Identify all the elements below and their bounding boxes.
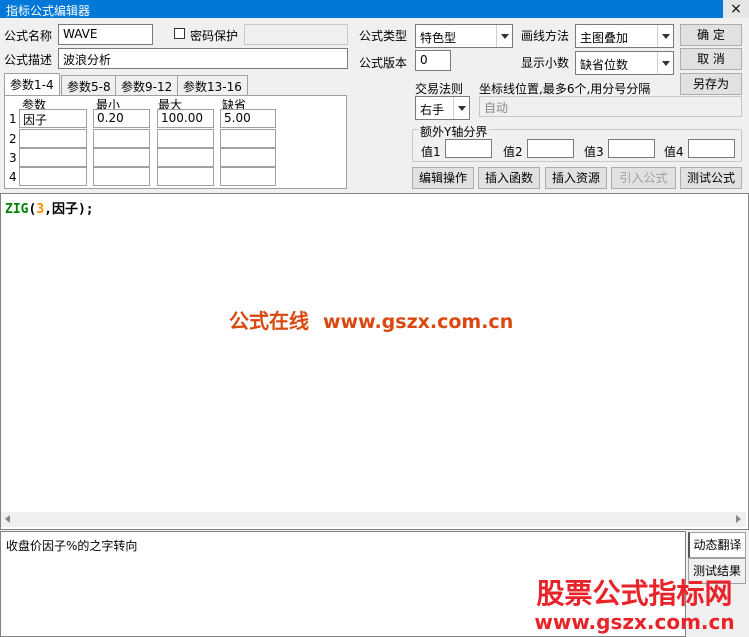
param-name-cell[interactable]	[19, 167, 87, 186]
param-row-index: 3	[9, 151, 17, 165]
formula-desc-input[interactable]: 波浪分析	[58, 48, 348, 69]
coord-lines-input[interactable]: 自动	[479, 96, 742, 117]
horizontal-scrollbar[interactable]	[1, 512, 746, 527]
param-min-cell[interactable]	[93, 148, 150, 167]
trade-rule-value: 右手	[420, 103, 445, 117]
chevron-down-icon	[657, 25, 673, 47]
y-value-2-label: 值2	[503, 145, 523, 159]
watermark: 公式在线 www.gszx.com.cn	[229, 305, 513, 334]
formula-version-label: 公式版本	[359, 56, 408, 70]
extra-y-axis-label: 额外Y轴分界	[418, 123, 490, 140]
param-row-index: 1	[9, 112, 17, 126]
ok-button[interactable]: 确 定	[680, 24, 742, 46]
formula-type-select[interactable]: 特色型	[415, 24, 513, 48]
password-input[interactable]	[244, 24, 348, 45]
window-title: 指标公式编辑器	[6, 4, 91, 18]
param-row-index: 4	[9, 170, 17, 184]
param-min-cell[interactable]	[93, 129, 150, 148]
close-icon[interactable]: ×	[723, 0, 749, 18]
chevron-down-icon	[657, 52, 673, 74]
formula-desc-label: 公式描述	[4, 53, 53, 67]
tab-params-13-16[interactable]: 参数13-16	[177, 75, 248, 95]
y-value-2-input[interactable]	[527, 139, 574, 158]
site-logo-title: 股票公式指标网	[536, 577, 733, 610]
param-max-cell[interactable]	[157, 129, 214, 148]
save-as-button[interactable]: 另存为	[680, 73, 742, 95]
param-name-cell[interactable]	[19, 148, 87, 167]
y-value-1-input[interactable]	[445, 139, 492, 158]
code-function: ZIG	[5, 202, 29, 217]
formula-version-input[interactable]: 0	[415, 50, 451, 71]
draw-method-value: 主图叠加	[580, 31, 629, 45]
insert-resource-button[interactable]: 插入资源	[545, 167, 607, 189]
tab-params-1-4[interactable]: 参数1-4	[4, 73, 60, 95]
site-logo: 股票公式指标网 www.gszx.com.cn	[520, 578, 749, 637]
param-max-cell[interactable]: 100.00	[157, 109, 214, 128]
param-max-cell[interactable]	[157, 167, 214, 186]
formula-name-label: 公式名称	[4, 29, 53, 43]
edit-operations-button[interactable]: 编辑操作	[412, 167, 474, 189]
draw-method-select[interactable]: 主图叠加	[575, 24, 674, 48]
test-formula-button[interactable]: 测试公式	[680, 167, 742, 189]
param-name-cell[interactable]: 因子	[19, 109, 87, 128]
decimals-value: 缺省位数	[580, 58, 629, 72]
coord-lines-label: 坐标线位置,最多6个,用分号分隔	[479, 82, 651, 96]
tab-dynamic-translate[interactable]: 动态翻译	[688, 532, 746, 558]
param-row-index: 2	[9, 132, 17, 146]
description-text: 收盘价因子%的之字转向	[6, 539, 138, 553]
y-value-3-label: 值3	[584, 145, 604, 159]
param-name-cell[interactable]	[19, 129, 87, 148]
tab-params-5-8[interactable]: 参数5-8	[61, 75, 117, 95]
site-logo-url: www.gszx.com.cn	[534, 610, 735, 634]
code-number: 3	[36, 202, 45, 217]
watermark-url: www.gszx.com.cn	[323, 311, 514, 333]
param-default-cell[interactable]	[220, 148, 276, 167]
formula-editor[interactable]: ZIG(3,因子);	[0, 193, 749, 530]
scroll-left-icon[interactable]	[1, 512, 16, 527]
password-checkbox[interactable]	[174, 28, 185, 39]
chevron-down-icon	[496, 25, 512, 47]
formula-code: ZIG(3,因子);	[5, 198, 94, 217]
trade-rule-select[interactable]: 右手	[415, 96, 470, 120]
import-formula-button[interactable]: 引入公式	[611, 167, 676, 189]
formula-type-label: 公式类型	[359, 29, 408, 43]
param-min-cell[interactable]: 0.20	[93, 109, 150, 128]
code-rest: ,因子);	[44, 202, 94, 217]
tab-params-9-12[interactable]: 参数9-12	[115, 75, 179, 95]
title-bar: 指标公式编辑器 ×	[0, 0, 749, 18]
draw-method-label: 画线方法	[521, 29, 570, 43]
param-default-cell[interactable]: 5.00	[220, 109, 276, 128]
y-value-1-label: 值1	[421, 145, 441, 159]
password-label: 密码保护	[190, 29, 239, 43]
param-default-cell[interactable]	[220, 167, 276, 186]
decimals-select[interactable]: 缺省位数	[575, 51, 674, 75]
insert-function-button[interactable]: 插入函数	[478, 167, 540, 189]
chevron-down-icon	[453, 97, 469, 119]
scroll-right-icon[interactable]	[731, 512, 746, 527]
formula-type-value: 特色型	[420, 31, 457, 45]
param-max-cell[interactable]	[157, 148, 214, 167]
formula-name-input[interactable]: WAVE	[58, 24, 153, 45]
param-default-cell[interactable]	[220, 129, 276, 148]
trade-rule-label: 交易法则	[415, 82, 464, 96]
cancel-button[interactable]: 取 消	[680, 48, 742, 70]
y-value-4-label: 值4	[664, 145, 684, 159]
param-min-cell[interactable]	[93, 167, 150, 186]
decimals-label: 显示小数	[521, 56, 570, 70]
y-value-3-input[interactable]	[608, 139, 655, 158]
watermark-cn: 公式在线	[229, 309, 309, 333]
y-value-4-input[interactable]	[688, 139, 735, 158]
